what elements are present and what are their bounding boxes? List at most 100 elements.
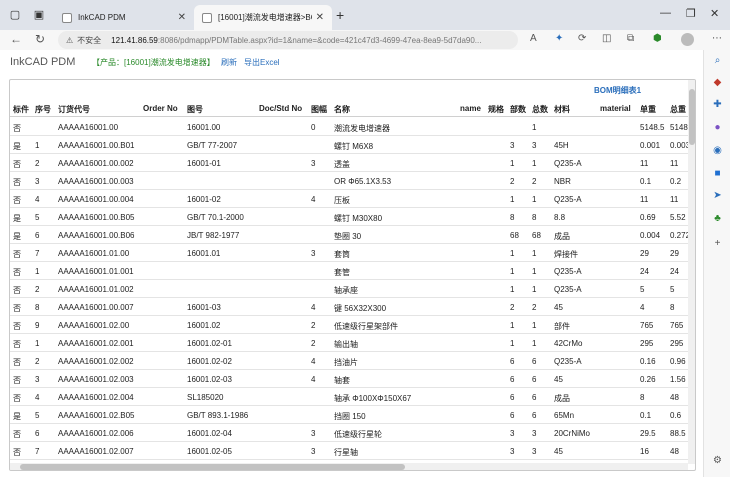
horizontal-scrollbar[interactable] [10, 463, 688, 470]
table-row[interactable]: 否 3 AAAAA16001.02.003 16001.02-03 4 轴套 6 6 45 0.2… [10, 370, 690, 388]
table-cell: 1 [532, 285, 537, 294]
search-icon[interactable]: ⌕ [712, 55, 723, 66]
table-cell: 4 [311, 375, 316, 384]
table-cell: 否 [13, 178, 21, 187]
table-cell: 11 [670, 159, 679, 168]
tab-actions-icon[interactable]: ▣ [32, 8, 46, 22]
table-cell: 1 [532, 195, 537, 204]
close-tab-icon[interactable]: ✕ [178, 12, 186, 23]
table-cell: Q235-A [554, 159, 582, 168]
close-window-icon[interactable]: ✕ [710, 7, 719, 20]
back-icon[interactable]: ← [10, 32, 22, 46]
table-cell: 螺钉 M30X80 [334, 214, 383, 223]
table-row[interactable]: 是 5 AAAAA16001.02.B05 GB/T 893.1-1986 挡圈 150… [10, 406, 690, 424]
table-cell: 8 [532, 213, 537, 222]
refresh-page-icon[interactable]: ⟳ [578, 33, 586, 44]
table-cell: 挡油片 [334, 358, 358, 367]
table-cell: AAAAA16001.02.00 [58, 321, 130, 330]
circle-icon[interactable]: ◉ [712, 145, 723, 156]
column-header: 订货代号 [58, 105, 90, 114]
scroll-thumb[interactable] [689, 89, 695, 145]
shield-icon[interactable]: ⬢ [653, 33, 662, 44]
new-tab-icon[interactable]: + [336, 7, 344, 23]
extension-icon[interactable]: ✦ [555, 33, 563, 44]
table-row[interactable]: 否 3 AAAAA16001.00.003 OR Φ65.1X3.53 2 2 NBR 0.1… [10, 172, 690, 190]
table-cell: Q235-A [554, 285, 582, 294]
table-cell: 是 [13, 214, 21, 223]
table-row[interactable]: 否 4 AAAAA16001.00.004 16001-02 4 压板 1 1 Q235-A 11… [10, 190, 690, 208]
profile-icon[interactable]: ▢ [8, 8, 22, 22]
table-cell: 8 [35, 303, 40, 312]
table-cell: 套管 [334, 268, 350, 277]
avatar[interactable] [681, 33, 694, 46]
table-row[interactable]: 否 1 AAAAA16001.01.001 套管 1 1 Q235-A 24 24 [10, 262, 690, 280]
table-cell: 3 [311, 429, 316, 438]
collections-icon[interactable]: ⧉ [627, 33, 634, 44]
split-screen-icon[interactable]: ◫ [602, 33, 611, 44]
table-row[interactable]: 否 2 AAAAA16001.00.002 16001-01 3 透盖 1 1 Q235-A 11… [10, 154, 690, 172]
minimize-icon[interactable]: — [660, 7, 671, 19]
table-cell: AAAAA16001.02.007 [58, 447, 134, 456]
table-row[interactable]: 是 1 AAAAA16001.00.B01 GB/T 77-2007 螺钉 M6X8 3 3… [10, 136, 690, 154]
table-row[interactable]: 是 5 AAAAA16001.00.B05 GB/T 70.1-2000 螺钉 M30X… [10, 208, 690, 226]
table-cell: 否 [13, 322, 21, 331]
vertical-scrollbar[interactable] [688, 80, 695, 464]
more-menu-icon[interactable]: ⋯ [712, 33, 722, 44]
table-cell: 6 [510, 411, 515, 420]
table-cell: 3 [532, 141, 537, 150]
table-row[interactable]: 是 6 AAAAA16001.00.B06 JB/T 982-1977 垫圈 30 68 6… [10, 226, 690, 244]
table-cell: 是 [13, 142, 21, 151]
table-row[interactable]: 否 1 AAAAA16001.02.001 16001.02-01 2 输出轴 1 1 42Cr… [10, 334, 690, 352]
table-cell: 295 [670, 339, 684, 348]
url-field[interactable]: ⚠ 不安全 121.41.86.59 :8086/pdmapp/PDMTable… [58, 31, 518, 49]
table-cell: 6 [510, 375, 515, 384]
table-row[interactable]: 否 2 AAAAA16001.02.002 16001.02-02 4 挡油片 6 6 Q235… [10, 352, 690, 370]
tag-icon[interactable]: ◆ [712, 77, 723, 88]
tab-inkcad-pdm[interactable]: InkCAD PDM ✕ [54, 5, 194, 30]
add-icon[interactable]: + [712, 238, 723, 249]
table-cell: 挡圈 150 [334, 412, 366, 421]
outlook-icon[interactable]: ■ [712, 168, 723, 179]
table-cell: 螺钉 M6X8 [334, 142, 374, 151]
table-cell: 成品 [554, 394, 570, 403]
table-cell: 压板 [334, 196, 350, 205]
column-header: 规格 [488, 105, 504, 114]
table-cell: 3 [510, 429, 515, 438]
table-cell: AAAAA16001.00.B01 [58, 141, 135, 150]
table-cell: 68 [510, 231, 519, 240]
table-cell: AAAAA16001.02.006 [58, 429, 134, 438]
tree-icon[interactable]: ♣ [712, 213, 723, 224]
table-row[interactable]: 否 7 AAAAA16001.02.007 16001.02-05 3 行星轴 3 3 45 16… [10, 442, 690, 460]
send-icon[interactable]: ➤ [712, 190, 723, 201]
table-cell: 48 [670, 393, 679, 402]
refresh-link[interactable]: 刷新 [221, 57, 237, 68]
table-cell: AAAAA16001.00.004 [58, 195, 134, 204]
table-row[interactable]: 否 9 AAAAA16001.02.00 16001.02 2 低速级行星架部件 1 1 部件 7… [10, 316, 690, 334]
tab-bom-detail[interactable]: [16001]潮流发电增速器>BOM明细 ✕ [194, 5, 332, 30]
table-row[interactable]: 否 4 AAAAA16001.02.004 SL185020 轴承 Φ100XΦ150X… [10, 388, 690, 406]
table-cell: 16001-02 [187, 195, 221, 204]
table-row[interactable]: 否 6 AAAAA16001.02.006 16001.02-04 3 低速级行星轮 3 3 2… [10, 424, 690, 442]
maximize-icon[interactable]: ❐ [686, 7, 696, 20]
tools-icon[interactable]: ✚ [712, 99, 723, 110]
table-cell: 5 [35, 213, 40, 222]
table-row[interactable]: 否 2 AAAAA16001.01.002 轴承座 1 1 Q235-A 5 5 [10, 280, 690, 298]
read-aloud-icon[interactable]: A [530, 33, 537, 44]
table-cell: 轴套 [334, 376, 350, 385]
table-cell: 24 [640, 267, 649, 276]
table-cell: 1 [510, 159, 515, 168]
reload-icon[interactable]: ↻ [35, 32, 45, 46]
table-cell: NBR [554, 177, 571, 186]
export-excel-link[interactable]: 导出Excel [244, 57, 280, 68]
table-cell: 0.2 [670, 177, 682, 186]
scroll-thumb[interactable] [20, 464, 405, 470]
apps-icon[interactable]: ● [712, 122, 723, 133]
close-tab-icon[interactable]: ✕ [316, 12, 324, 23]
tab-title: InkCAD PDM [78, 13, 126, 22]
table-row[interactable]: 否 AAAAA16001.00 16001.00 0 潮流发电增速器 1 5148.5 514… [10, 118, 694, 136]
table-row[interactable]: 否 8 AAAAA16001.00.007 16001-03 4 键 56X32X300 2… [10, 298, 690, 316]
table-cell: 16 [640, 447, 649, 456]
settings-icon[interactable]: ⚙ [712, 455, 723, 466]
table-row[interactable]: 否 7 AAAAA16001.01.00 16001.01 3 套筒 1 1 焊接件 29 29 [10, 244, 690, 262]
table-cell: 3 [35, 177, 40, 186]
